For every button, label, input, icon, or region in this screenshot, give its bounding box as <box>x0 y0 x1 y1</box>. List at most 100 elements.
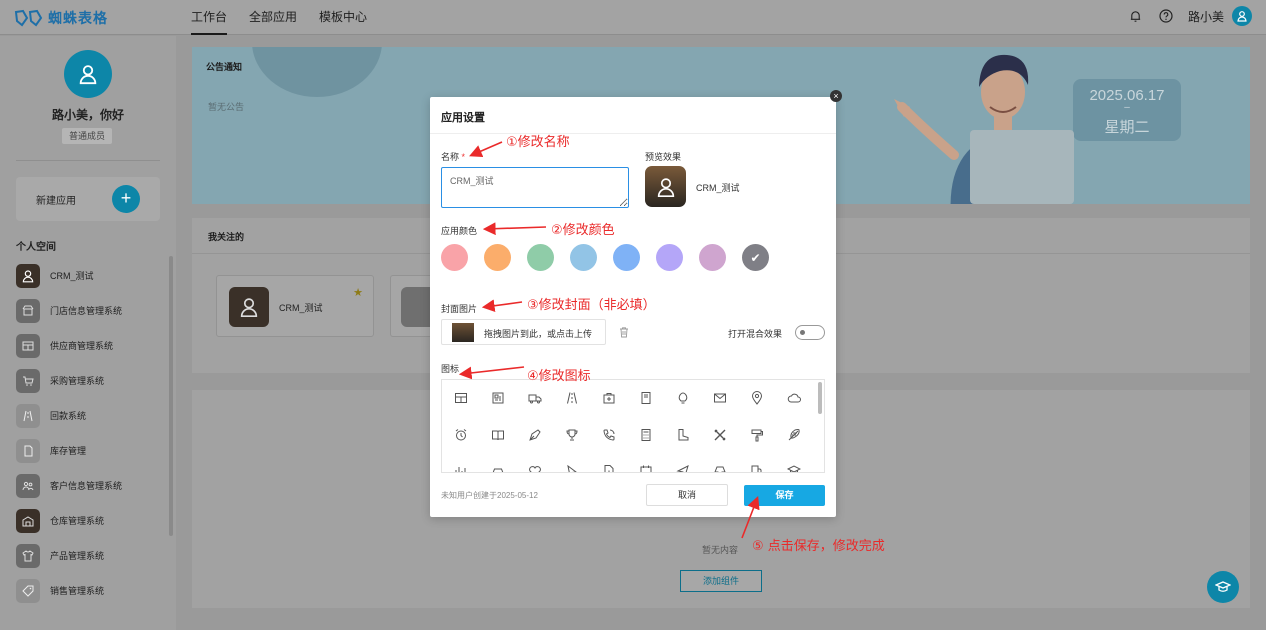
user-icon <box>657 177 674 197</box>
sidebar-app-sales[interactable]: 销售管理系统 <box>16 573 166 608</box>
feather-icon[interactable] <box>785 426 803 444</box>
app-name: 采购管理系统 <box>50 376 105 386</box>
sidebar-scrollbar[interactable] <box>169 256 173 536</box>
nav-all-apps[interactable]: 全部应用 <box>238 0 308 35</box>
gas-pump-icon[interactable] <box>748 462 766 472</box>
required-mark: * <box>461 152 466 162</box>
cancel-button[interactable]: 取消 <box>646 484 728 506</box>
color-swatch-gray-selected[interactable]: ✔ <box>742 244 769 271</box>
icon-label: 图标 <box>441 364 460 374</box>
name-label-text: 名称 <box>441 152 460 162</box>
blend-effect-label: 打开混合效果 <box>728 329 783 339</box>
close-icon[interactable]: × <box>830 90 842 102</box>
sidebar-app-customer[interactable]: 客户信息管理系统 <box>16 468 166 503</box>
sidebar-app-purchase[interactable]: 采购管理系统 <box>16 363 166 398</box>
app-name: 仓库管理系统 <box>50 516 105 526</box>
new-app-label: 新建应用 <box>36 196 76 207</box>
sidebar-app-inventory[interactable]: 库存管理 <box>16 433 166 468</box>
annotation-step5: ⑤ 点击保存，修改完成 <box>752 539 885 554</box>
sidebar-app-warehouse[interactable]: 仓库管理系统 <box>16 503 166 538</box>
nav-workbench[interactable]: 工作台 <box>180 0 238 35</box>
table-icon[interactable] <box>452 389 470 407</box>
color-swatch-green[interactable] <box>527 244 554 271</box>
preview-thumbnail <box>645 166 686 207</box>
calculator-icon[interactable] <box>637 426 655 444</box>
paint-roller-icon[interactable] <box>748 426 766 444</box>
new-app-button[interactable]: + <box>112 185 140 213</box>
toggle-knob <box>800 330 805 335</box>
help-fab[interactable] <box>1207 571 1239 603</box>
notebook-icon[interactable] <box>637 389 655 407</box>
dialog-title: 应用设置 <box>441 112 485 124</box>
profile-avatar[interactable] <box>64 50 112 98</box>
pen-nib-icon[interactable] <box>526 426 544 444</box>
trash-icon[interactable] <box>618 326 630 338</box>
app-thumbnail <box>16 403 40 428</box>
color-swatch-blue[interactable] <box>613 244 640 271</box>
color-swatch-pink[interactable] <box>441 244 468 271</box>
phone-call-icon[interactable] <box>600 426 618 444</box>
dashboard-icon[interactable] <box>489 389 507 407</box>
heart-icon[interactable] <box>526 462 544 472</box>
sidebar-app-store[interactable]: 门店信息管理系统 <box>16 293 166 328</box>
trophy-icon[interactable] <box>563 426 581 444</box>
color-swatch-purple[interactable] <box>656 244 683 271</box>
medical-kit-icon[interactable] <box>600 389 618 407</box>
nav-template-center[interactable]: 模板中心 <box>308 0 378 35</box>
followed-app-card-partial[interactable] <box>390 275 431 337</box>
star-icon[interactable]: ★ <box>353 286 363 299</box>
annotation-step3: ③修改封面（非必填） <box>527 298 656 313</box>
inbox-icon[interactable] <box>711 462 729 472</box>
cursor-icon[interactable] <box>563 462 581 472</box>
user-name[interactable]: 路小美 <box>1188 8 1224 25</box>
dialog-header-divider <box>430 133 836 134</box>
annotation-step4: ④修改图标 <box>527 369 591 384</box>
car-icon[interactable] <box>489 462 507 472</box>
store-icon <box>22 305 34 315</box>
icon-grid-scrollbar[interactable] <box>818 382 822 414</box>
color-swatch-mauve[interactable] <box>699 244 726 271</box>
mail-icon[interactable] <box>711 389 729 407</box>
tools-icon[interactable] <box>711 426 729 444</box>
file-add-icon[interactable] <box>600 462 618 472</box>
top-right-tools: 路小美 <box>1128 6 1252 26</box>
send-icon[interactable] <box>674 462 692 472</box>
save-button[interactable]: 保存 <box>744 485 825 506</box>
preview-app-name: CRM_测试 <box>696 183 740 193</box>
chart-icon[interactable] <box>452 462 470 472</box>
sidebar-app-product[interactable]: 产品管理系统 <box>16 538 166 573</box>
sidebar-app-payment[interactable]: 回款系统 <box>16 398 166 433</box>
boot-icon[interactable] <box>674 426 692 444</box>
date-separator: – <box>1124 102 1130 113</box>
notice-title: 公告通知 <box>206 62 243 72</box>
bell-icon[interactable] <box>1128 8 1144 24</box>
color-swatch-sky[interactable] <box>570 244 597 271</box>
app-name-input[interactable]: CRM_测试 <box>441 167 629 208</box>
location-pin-icon[interactable] <box>748 389 766 407</box>
blend-effect-toggle[interactable] <box>795 325 825 340</box>
truck-icon[interactable] <box>526 389 544 407</box>
alarm-clock-icon[interactable] <box>452 426 470 444</box>
user-avatar[interactable] <box>1232 6 1252 26</box>
graduation-cap-icon[interactable] <box>785 462 803 472</box>
new-app-panel[interactable]: 新建应用 + <box>16 177 160 221</box>
document-icon <box>24 445 33 456</box>
sidebar-app-crm[interactable]: CRM_测试 <box>16 258 166 293</box>
app-name: 客户信息管理系统 <box>50 481 123 491</box>
book-icon[interactable] <box>489 426 507 444</box>
cloud-icon[interactable] <box>785 389 803 407</box>
help-icon[interactable] <box>1158 8 1174 24</box>
brand-logo[interactable]: 蜘蛛表格 <box>14 8 108 28</box>
lightbulb-icon[interactable] <box>674 389 692 407</box>
cover-upload-text: 拖拽图片到此，或点击上传 <box>484 329 593 339</box>
user-icon <box>240 298 258 317</box>
color-swatch-orange[interactable] <box>484 244 511 271</box>
user-icon <box>79 65 97 85</box>
followed-app-name: CRM_测试 <box>279 303 323 313</box>
calendar-icon[interactable] <box>637 462 655 472</box>
sidebar-app-supplier[interactable]: 供应商管理系统 <box>16 328 166 363</box>
road-icon[interactable] <box>563 389 581 407</box>
cover-upload-area[interactable]: 拖拽图片到此，或点击上传 <box>441 319 606 345</box>
add-widget-button[interactable]: 添加组件 <box>680 570 762 592</box>
followed-app-card[interactable]: CRM_测试 ★ <box>216 275 374 337</box>
